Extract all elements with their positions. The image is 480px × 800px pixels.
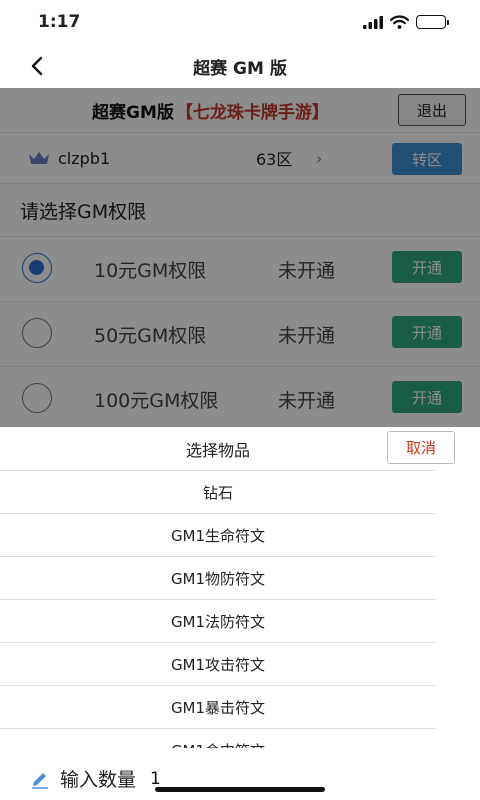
nav-title: 超赛 GM 版 bbox=[193, 58, 287, 79]
list-item[interactable]: GM1命中符文 bbox=[0, 729, 436, 749]
list-item[interactable]: GM1暴击符文 bbox=[0, 686, 436, 729]
wifi-icon bbox=[390, 15, 409, 29]
status-bar: 1:17 bbox=[0, 0, 480, 44]
list-item[interactable]: 钻石 bbox=[0, 471, 436, 514]
list-item[interactable]: GM1生命符文 bbox=[0, 514, 436, 557]
status-icons bbox=[363, 15, 449, 29]
item-list[interactable]: 钻石 GM1生命符文 GM1物防符文 GM1法防符文 GM1攻击符文 GM1暴击… bbox=[0, 471, 436, 748]
modal-overlay[interactable] bbox=[0, 88, 480, 428]
status-time: 1:17 bbox=[38, 12, 81, 32]
cancel-button[interactable]: 取消 bbox=[387, 431, 455, 464]
item-picker-sheet: 选择物品 取消 钻石 GM1生命符文 GM1物防符文 GM1法防符文 GM1攻击… bbox=[0, 427, 480, 800]
quantity-label: 输入数量 bbox=[60, 769, 137, 791]
sheet-header: 选择物品 取消 bbox=[0, 427, 455, 471]
back-arrow-icon[interactable] bbox=[24, 52, 52, 80]
sheet-title: 选择物品 bbox=[185, 440, 250, 460]
quantity-input[interactable] bbox=[150, 768, 351, 789]
signal-icon bbox=[363, 15, 383, 29]
list-item[interactable]: GM1物防符文 bbox=[0, 557, 436, 600]
battery-icon bbox=[416, 15, 449, 29]
list-item[interactable]: GM1攻击符文 bbox=[0, 643, 436, 686]
nav-bar: 超赛 GM 版 bbox=[0, 44, 480, 88]
quantity-bar: 输入数量 bbox=[0, 757, 480, 800]
pencil-icon bbox=[32, 772, 48, 789]
list-item[interactable]: GM1法防符文 bbox=[0, 600, 436, 643]
home-indicator bbox=[155, 787, 325, 792]
